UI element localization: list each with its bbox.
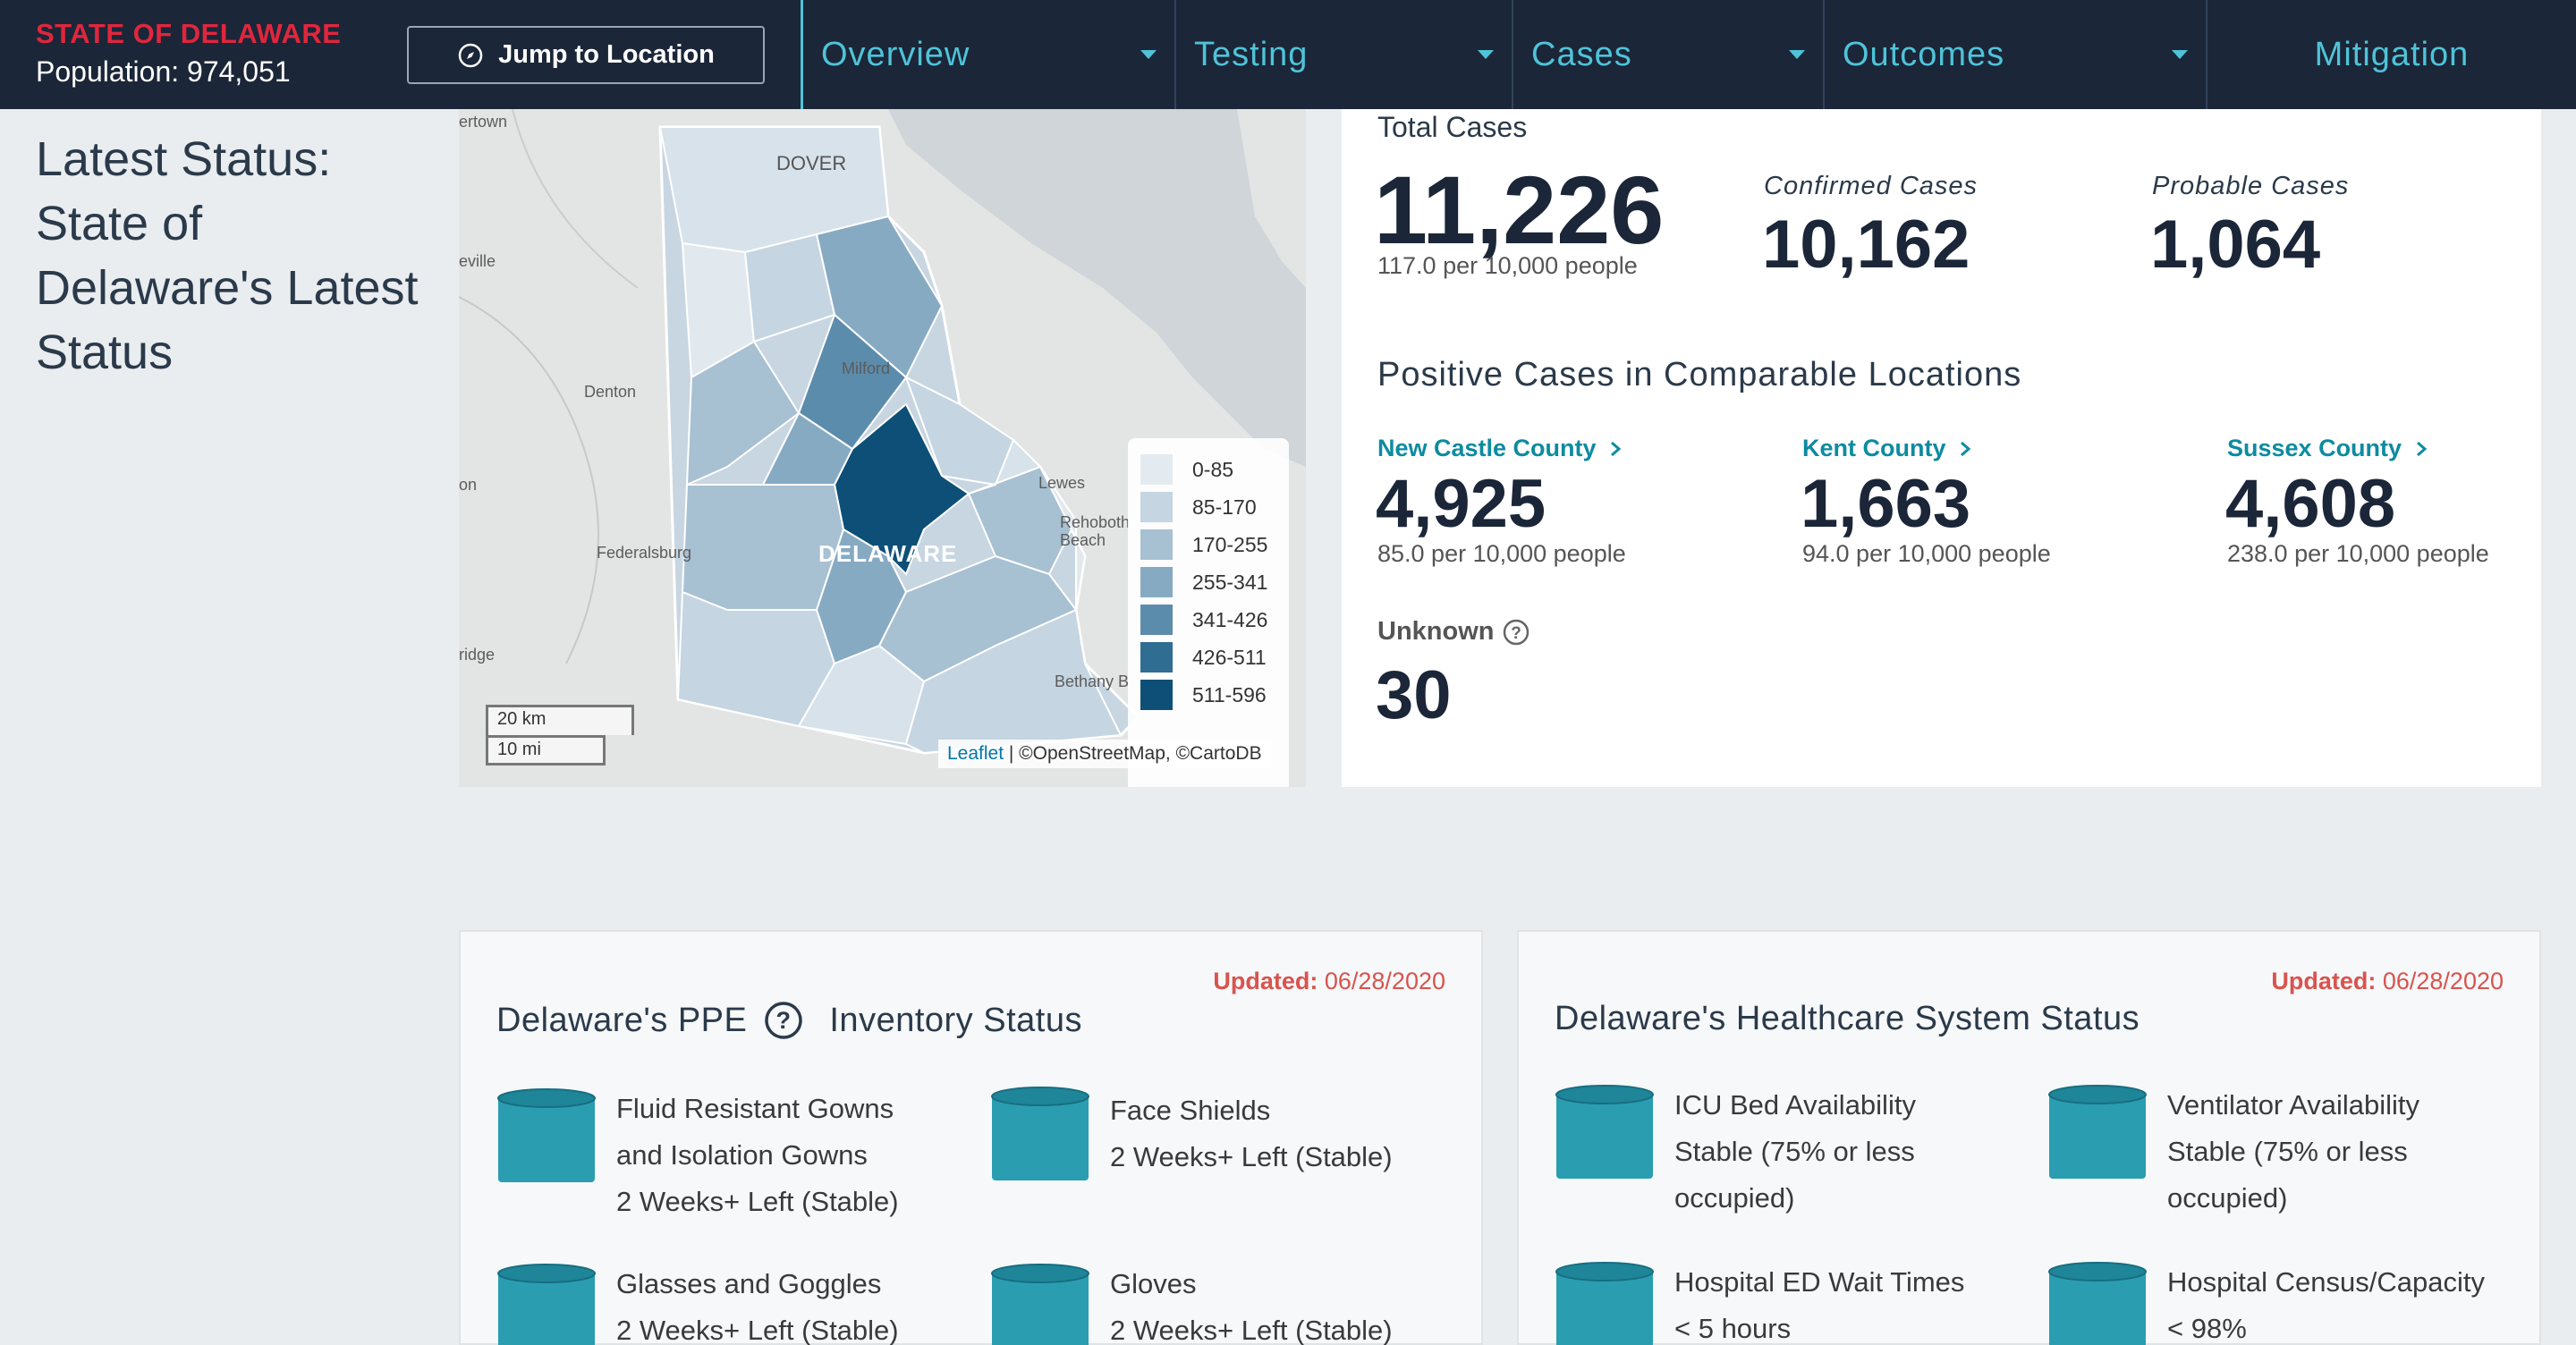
- map-place-label: on: [459, 476, 478, 494]
- brand: STATE OF DELAWARE Population: 974,051: [36, 18, 341, 89]
- healthcare-item-icu: ICU Bed Availability Stable (75% or less o…: [1555, 1082, 1916, 1222]
- map-place-label: eville: [459, 252, 496, 270]
- kent-county-link[interactable]: Kent County: [1802, 435, 1972, 462]
- page-title: Latest Status: State of Delaware's Lates…: [36, 132, 419, 379]
- state-title: STATE OF DELAWARE: [36, 18, 342, 49]
- healthcare-item-ventilator: Ventilator Availability Stable (75% or le…: [2047, 1082, 2419, 1222]
- map-place-label: Denton: [584, 383, 637, 401]
- map-place-label: ridge: [459, 646, 496, 664]
- probable-cases-label: Probable Cases: [2152, 172, 2350, 200]
- total-cases-label: Total Cases: [1377, 111, 1528, 143]
- cases-panel: Total Cases 11,226 117.0 per 10,000 peop…: [1342, 109, 2541, 787]
- probable-cases-value: 1,064: [2150, 207, 2321, 283]
- compass-icon: [458, 43, 483, 67]
- chevron-down-icon: [1140, 50, 1157, 59]
- ppe-inventory-card: Updated: 06/28/2020 Delaware's PPE ? Inv…: [459, 930, 1483, 1345]
- supply-level-icon: [497, 1264, 596, 1345]
- confirmed-cases-label: Confirmed Cases: [1764, 172, 1979, 200]
- supply-level-icon: [1555, 1262, 1654, 1345]
- tab-label: Overview: [821, 35, 970, 73]
- ppe-updated: Updated: 06/28/2020: [1213, 968, 1445, 994]
- chevron-right-icon: [2416, 441, 2427, 457]
- ppe-item-gloves: Gloves 2 Weeks+ Left (Stable): [990, 1261, 1393, 1345]
- map-place-label: Lewes: [1038, 474, 1086, 492]
- legend-item: 85-170: [1140, 488, 1276, 526]
- supply-level-icon: [2048, 1085, 2147, 1179]
- tab-testing[interactable]: Testing: [1174, 0, 1512, 109]
- new-castle-county-link[interactable]: New Castle County: [1377, 435, 1623, 462]
- supply-level-icon: [497, 1088, 596, 1182]
- unknown-value: 30: [1376, 657, 1452, 733]
- chevron-down-icon: [1478, 50, 1494, 59]
- supply-level-icon: [991, 1264, 1089, 1345]
- choropleth-map[interactable]: ertown DOVER eville Milford Denton on Le…: [459, 109, 1306, 787]
- map-state-label: DELAWARE: [818, 540, 958, 567]
- tab-label: Testing: [1194, 35, 1309, 73]
- svg-text:?: ?: [776, 1007, 792, 1034]
- sussex-county-value: 4,608: [2225, 466, 2396, 542]
- total-cases-value: 11,226: [1374, 156, 1665, 264]
- chevron-right-icon: [1611, 441, 1622, 457]
- tab-label: Outcomes: [1843, 35, 2005, 73]
- map-place-label: Milford: [842, 360, 891, 377]
- healthcare-item-ed-wait: Hospital ED Wait Times < 5 hours: [1555, 1259, 1964, 1345]
- map-place-label: Federalsburg: [597, 544, 692, 562]
- tab-mitigation[interactable]: Mitigation: [2206, 0, 2576, 109]
- tab-overview[interactable]: Overview: [801, 0, 1174, 109]
- map-place-label: ertown: [459, 113, 508, 131]
- svg-text:?: ?: [1511, 624, 1521, 643]
- new-castle-county-rate: 85.0 per 10,000 people: [1377, 540, 1626, 567]
- healthcare-status-card: Updated: 06/28/2020 Delaware's Healthcar…: [1517, 930, 2541, 1345]
- population-label: Population: 974,051: [36, 55, 291, 88]
- healthcare-item-census: Hospital Census/Capacity < 98%: [2047, 1259, 2485, 1345]
- confirmed-cases-value: 10,162: [1762, 207, 1970, 283]
- ppe-item-face-shields: Face Shields 2 Weeks+ Left (Stable): [990, 1084, 1393, 1184]
- ppe-heading: Delaware's PPE ? Inventory Status: [496, 1000, 1082, 1041]
- sussex-county-link[interactable]: Sussex County: [2227, 435, 2428, 462]
- kent-county-rate: 94.0 per 10,000 people: [1802, 540, 2051, 567]
- top-nav: STATE OF DELAWARE Population: 974,051 Ju…: [0, 0, 2576, 109]
- ppe-item-gowns: Fluid Resistant Gowns and Isolation Gowns…: [496, 1086, 899, 1225]
- leaflet-link[interactable]: Leaflet: [947, 743, 1004, 764]
- legend-item: 170-255: [1140, 526, 1276, 563]
- legend-item: 511-596: [1140, 676, 1276, 714]
- chevron-right-icon: [1961, 441, 1971, 457]
- supply-level-icon: [2048, 1262, 2147, 1345]
- help-icon[interactable]: ?: [1502, 618, 1530, 647]
- tab-label: Mitigation: [2314, 35, 2470, 73]
- map-scale-bar: 20 km 10 mi: [486, 705, 634, 766]
- map-place-label: Rehoboth Beach: [1060, 513, 1131, 549]
- map-place-label: Bethany B: [1055, 672, 1130, 690]
- jump-to-location-button[interactable]: Jump to Location: [407, 26, 765, 84]
- legend-item: 255-341: [1140, 563, 1276, 601]
- new-castle-county-value: 4,925: [1376, 466, 1546, 542]
- tab-outcomes[interactable]: Outcomes: [1823, 0, 2206, 109]
- tab-cases[interactable]: Cases: [1512, 0, 1823, 109]
- legend-item: 426-511: [1140, 639, 1276, 676]
- supply-level-icon: [991, 1087, 1089, 1180]
- chevron-down-icon: [1789, 50, 1805, 59]
- help-icon[interactable]: ?: [763, 1000, 804, 1041]
- healthcare-updated: Updated: 06/28/2020: [2271, 968, 2504, 994]
- ppe-item-glasses-goggles: Glasses and Goggles 2 Weeks+ Left (Stable…: [496, 1261, 899, 1345]
- map-attribution: Leaflet | ©OpenStreetMap, ©CartoDB: [938, 740, 1271, 768]
- comparable-locations-heading: Positive Cases in Comparable Locations: [1377, 356, 2022, 393]
- jump-label: Jump to Location: [498, 40, 715, 69]
- total-cases-rate: 117.0 per 10,000 people: [1377, 252, 1638, 279]
- legend-item: 341-426: [1140, 601, 1276, 639]
- chevron-down-icon: [2172, 50, 2188, 59]
- supply-level-icon: [1555, 1085, 1654, 1179]
- map-place-label: DOVER: [776, 152, 847, 174]
- legend-item: 0-85: [1140, 451, 1276, 488]
- unknown-label: Unknown ?: [1377, 617, 1530, 647]
- map-legend: 0-85 85-170 170-255 255-341 341-426 426-…: [1128, 438, 1289, 787]
- sussex-county-rate: 238.0 per 10,000 people: [2227, 540, 2489, 567]
- tab-label: Cases: [1531, 35, 1632, 73]
- kent-county-value: 1,663: [1801, 466, 1971, 542]
- healthcare-heading: Delaware's Healthcare System Status: [1555, 1000, 2140, 1037]
